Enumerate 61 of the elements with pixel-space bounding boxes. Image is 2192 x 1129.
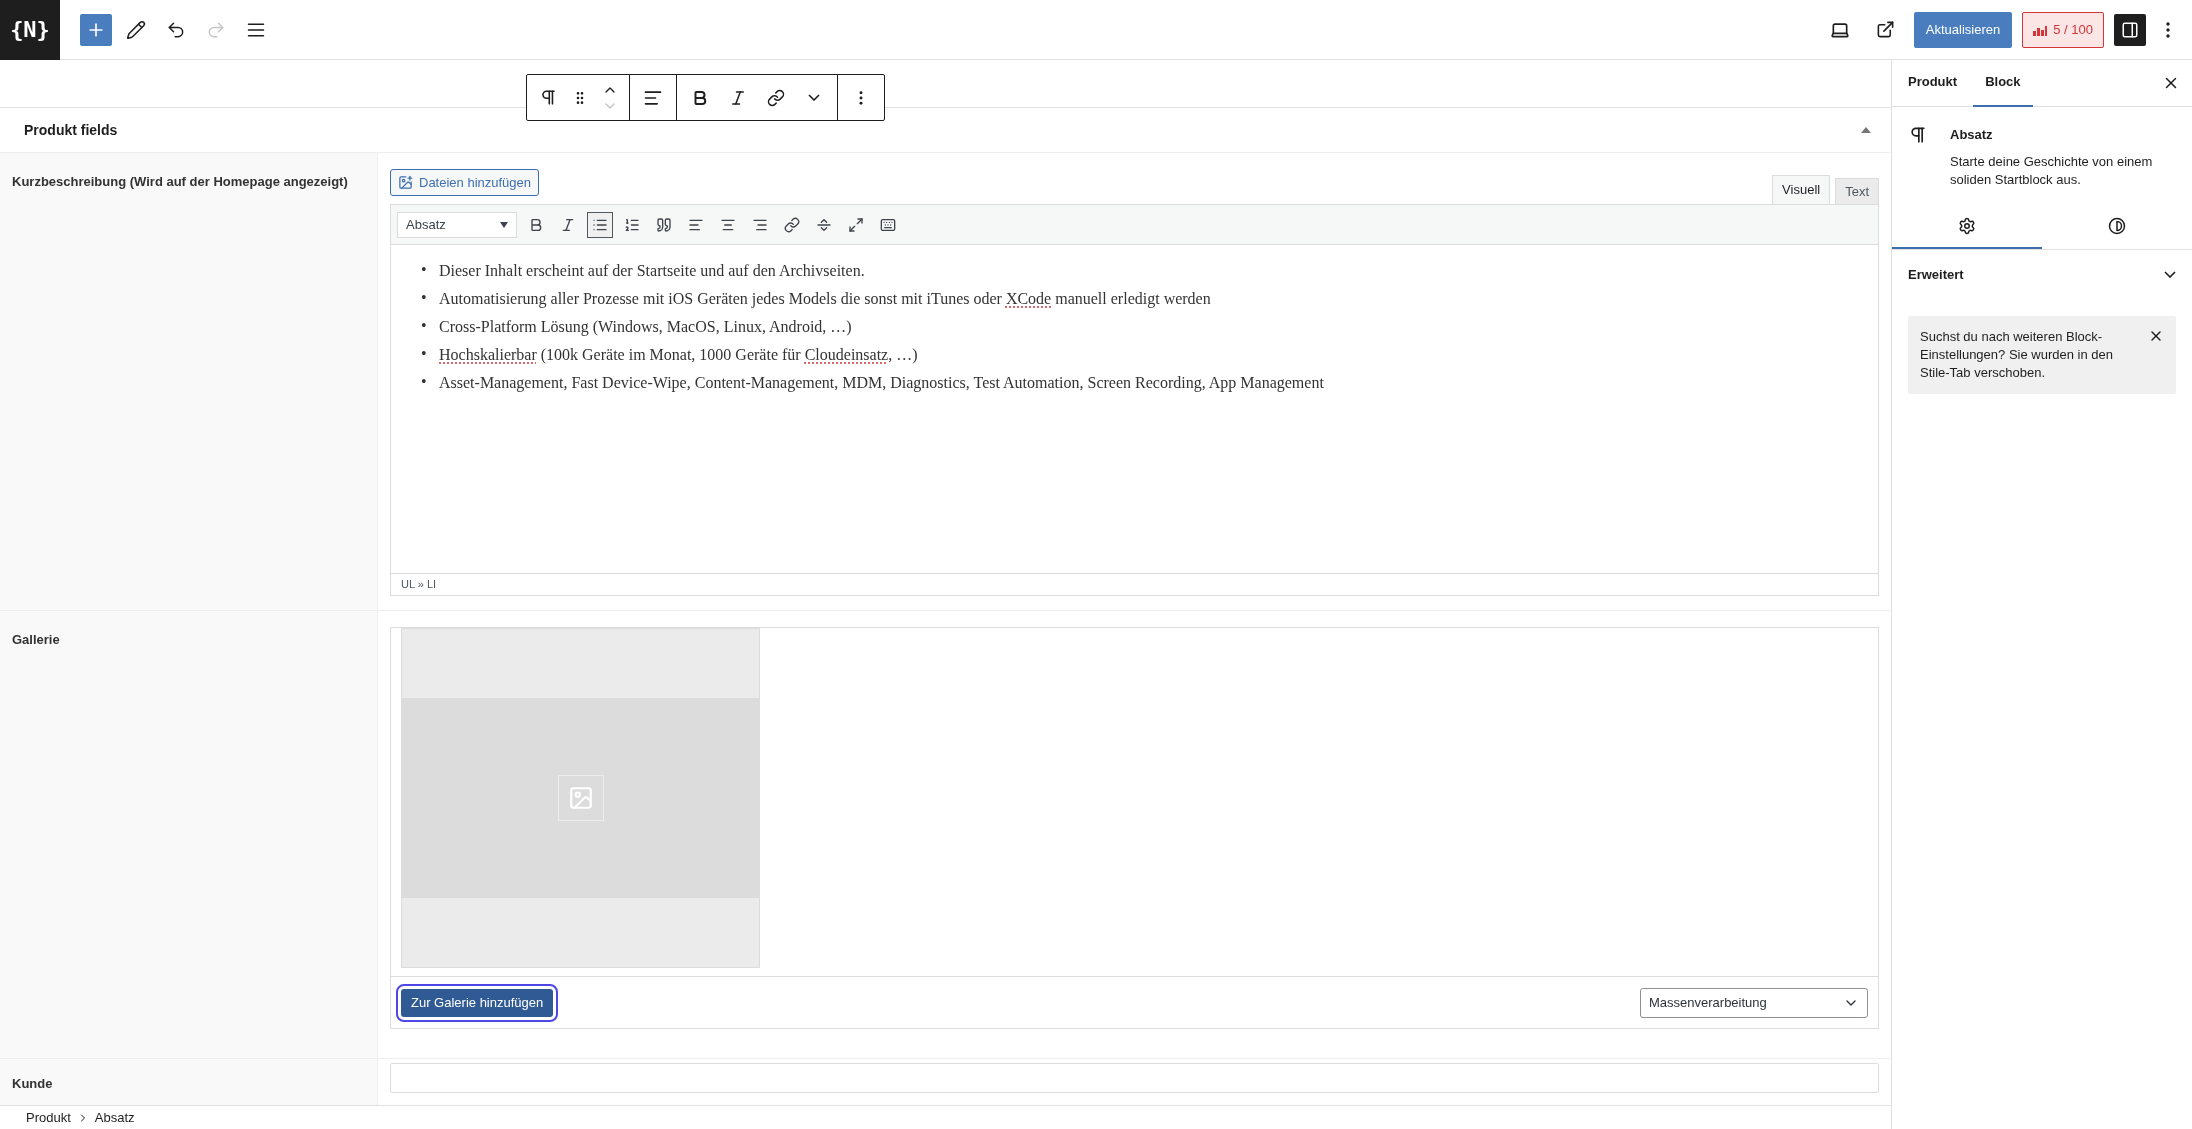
external-link-icon [1876, 20, 1896, 39]
italic-icon [560, 216, 576, 233]
more-options-icon [859, 90, 863, 105]
editor-mode-tab[interactable]: Text [1835, 178, 1879, 204]
customer-input[interactable] [390, 1063, 1879, 1093]
pencil-icon [126, 19, 146, 40]
bullet: • [421, 316, 428, 336]
list-item: Hochskalierbar (100k Geräte im Monat, 1000 Geräte für Cloudeinsatz, …) [439, 345, 918, 366]
update-button[interactable]: Aktualisieren [1913, 11, 2013, 48]
numbered-list-icon [624, 216, 640, 233]
list-item: Dieser Inhalt erscheint auf der Startseite und auf den Archivseiten. [439, 261, 865, 281]
block-description: Starte deine Geschichte von einem soliden Startblock aus. [1950, 152, 2154, 189]
block-title: Absatz [1950, 126, 1994, 144]
field-label: Gallerie [12, 632, 60, 647]
paragraph-icon [1908, 125, 1928, 145]
breadcrumb-link[interactable]: Absatz [94, 1107, 135, 1128]
bold-icon [528, 216, 544, 233]
keyboard-icon [880, 216, 896, 233]
bullet: • [421, 344, 428, 364]
italic-icon [729, 88, 747, 107]
fullscreen-icon [848, 216, 864, 233]
chevron-down-icon [2164, 271, 2176, 278]
format-select[interactable]: Absatz [397, 211, 517, 238]
contrast-icon [2108, 216, 2126, 235]
site-logo[interactable]: {N} [0, 0, 60, 60]
bullet: • [421, 260, 428, 280]
chevron-down-icon [808, 94, 820, 101]
editor-mode-tab[interactable]: Visuell [1772, 175, 1831, 204]
notice-text: Suchst du nach weiteren Block-Einstellungen? Sie wurden in den Stile-Tab verschoben. [1920, 327, 2114, 382]
bullet-list-button[interactable] [587, 211, 613, 238]
media-icon [398, 175, 413, 190]
bulk-actions-select[interactable]: Massenverarbeitung [1640, 987, 1868, 1018]
element-path: UL » LI [401, 577, 437, 593]
field-label: Kunde [12, 1076, 53, 1091]
bullet: • [421, 288, 428, 308]
link-icon [784, 216, 800, 233]
panel-title: Produkt fields [24, 120, 118, 140]
breadcrumb-link[interactable]: Produkt [26, 1107, 71, 1128]
sidebar-tab[interactable]: Produkt [1908, 59, 1974, 107]
sidebar-tab[interactable]: Block [1973, 59, 2033, 107]
read-more-icon [816, 216, 832, 233]
score-text: 5 / 100 [2053, 20, 2093, 39]
chart-icon [2033, 23, 2048, 36]
field-label: Kurzbeschreibung (Wird auf der Homepage angezeigt) [12, 174, 348, 189]
gear-icon [1958, 216, 1976, 235]
list-item: Cross-Platform Lösung (Windows, MacOS, Linux, Android, …) [439, 317, 852, 338]
add-block-button[interactable] [80, 13, 112, 46]
list-item: Automatisierung aller Prozesse mit iOS Geräten jedes Models die sonst mit iTunes oder XCode manuell erledigt werden [439, 289, 1211, 310]
dropdown-arrow-icon [500, 221, 508, 228]
link-icon [767, 88, 785, 107]
seo-score-button[interactable]: 5 / 100 [2022, 11, 2104, 48]
sidebar-icon [2121, 20, 2139, 39]
more-options-icon [2166, 21, 2170, 38]
bullet: • [421, 372, 428, 392]
advanced-section-toggle[interactable]: Erweitert [1892, 249, 2192, 300]
collapse-panel-button[interactable] [1861, 127, 1871, 133]
quote-icon [656, 216, 672, 233]
list-item: Asset-Management, Fast Device-Wipe, Content-Management, MDM, Diagnostics, Test Automation, Screen Recording, App Management [439, 373, 1324, 394]
settings-panel-toggle[interactable] [2114, 13, 2146, 46]
image-placeholder-icon [557, 775, 604, 821]
add-media-button[interactable]: Dateien hinzufügen [390, 169, 540, 196]
